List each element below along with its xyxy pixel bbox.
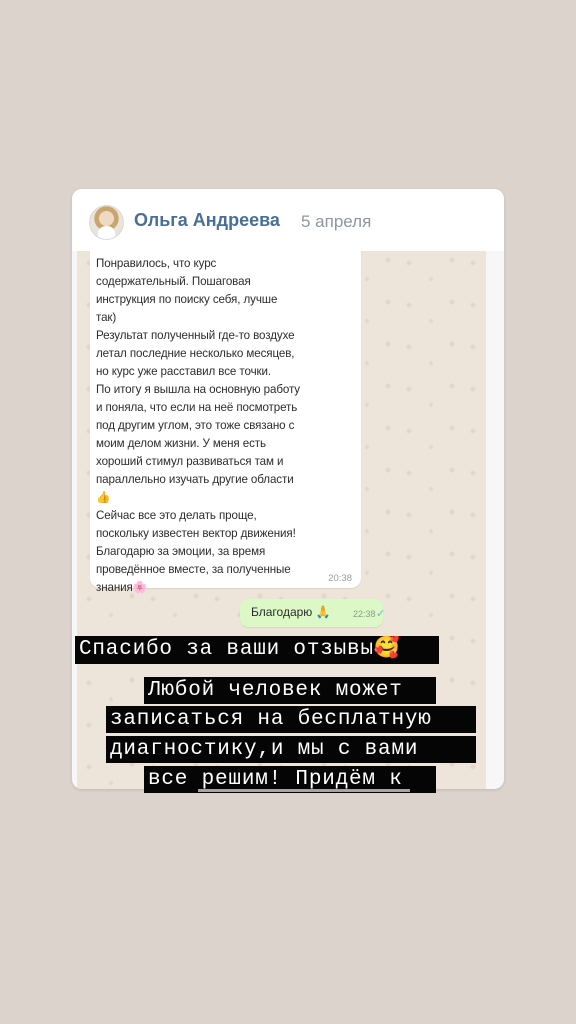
double-check-icon: ✓ — [376, 608, 386, 620]
incoming-message-time: 20:38 — [328, 573, 352, 584]
caption-line-thanks: Спасибо за ваши отзывы🥰 — [75, 636, 439, 664]
incoming-message-text: Понравилось, что курс содержательный. По… — [96, 257, 300, 594]
caption-line-thanks-text: Спасибо за ваши отзывы🥰 — [79, 638, 401, 661]
caption-decoration-line — [198, 789, 410, 792]
caption-line-4-text: диагностику,и мы с вами — [110, 738, 419, 761]
incoming-message: Понравилось, что курс содержательный. По… — [90, 251, 361, 594]
author-avatar[interactable] — [89, 205, 124, 240]
outgoing-message-text: Благодарю 🙏 — [251, 605, 331, 619]
author-name[interactable]: Ольга Андреева — [134, 210, 280, 231]
post-header: Ольга Андреева 5 апреля — [72, 189, 504, 251]
caption-line-2: Любой человек может — [144, 677, 436, 704]
outgoing-message-time: 22:38 — [353, 609, 376, 619]
post-date: 5 апреля — [301, 212, 372, 231]
caption-line-3-text: записаться на бесплатную — [110, 708, 432, 731]
outgoing-message: Благодарю 🙏 22:38 ✓ — [240, 599, 386, 627]
caption-line-2-text: Любой человек может — [148, 679, 403, 702]
caption-line-3: записаться на бесплатную — [106, 706, 476, 733]
caption-line-4: диагностику,и мы с вами — [106, 736, 476, 763]
